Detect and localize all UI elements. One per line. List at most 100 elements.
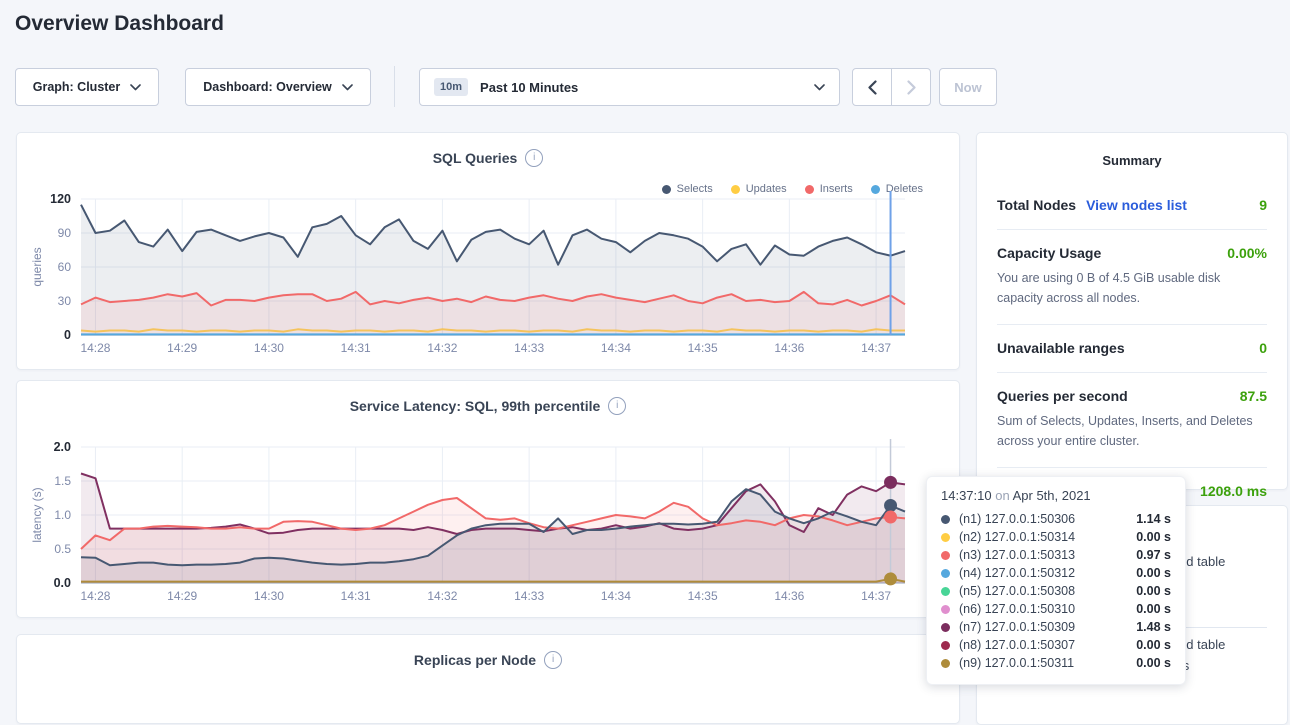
- service-latency-chart-title: Service Latency: SQL, 99th percentile i: [17, 397, 959, 415]
- tooltip-node-row: (n5) 127.0.0.1:503080.00 s: [941, 582, 1171, 600]
- replicas-per-node-chart-title: Replicas per Node i: [17, 651, 959, 669]
- svg-text:14:33: 14:33: [514, 589, 544, 603]
- svg-text:14:35: 14:35: [688, 589, 718, 603]
- summary-subtext: Sum of Selects, Updates, Inserts, and De…: [997, 411, 1267, 451]
- summary-title: Summary: [977, 133, 1287, 168]
- info-icon[interactable]: i: [608, 397, 626, 415]
- svg-text:14:37: 14:37: [861, 341, 891, 355]
- tooltip-date: Apr 5th, 2021: [1013, 488, 1091, 503]
- node-color-dot-icon: [941, 641, 950, 650]
- summary-label: Unavailable ranges: [997, 340, 1125, 356]
- svg-text:2.0: 2.0: [54, 440, 71, 454]
- chart-canvas: 030609012014:2814:2914:3014:3114:3214:33…: [17, 177, 959, 359]
- chart-tooltip: 14:37:10 on Apr 5th, 2021 (n1) 127.0.0.1…: [926, 476, 1186, 685]
- svg-text:14:28: 14:28: [80, 341, 110, 355]
- time-next-button[interactable]: [891, 68, 931, 106]
- graph-dropdown-label: Graph: Cluster: [33, 80, 121, 94]
- summary-value: 87.5: [1240, 388, 1267, 404]
- chevron-down-icon: [130, 84, 141, 91]
- dashboard-dropdown[interactable]: Dashboard: Overview: [185, 68, 371, 106]
- summary-value: 0: [1259, 340, 1267, 356]
- summary-label: Queries per second: [997, 388, 1128, 404]
- service-latency-plot[interactable]: 0.00.51.01.52.014:2814:2914:3014:3114:32…: [17, 425, 959, 607]
- node-color-dot-icon: [941, 623, 950, 632]
- summary-value: 9: [1259, 197, 1267, 213]
- summary-subtext: You are using 0 B of 4.5 GiB usable disk…: [997, 268, 1267, 308]
- svg-text:60: 60: [58, 260, 72, 274]
- tooltip-node-row: (n1) 127.0.0.1:503061.14 s: [941, 510, 1171, 528]
- service-latency-chart-panel: Service Latency: SQL, 99th percentile i …: [16, 380, 960, 618]
- node-color-dot-icon: [941, 515, 950, 524]
- tooltip-node-row: (n6) 127.0.0.1:503100.00 s: [941, 600, 1171, 618]
- tooltip-node-row: (n2) 127.0.0.1:503140.00 s: [941, 528, 1171, 546]
- svg-text:14:33: 14:33: [514, 341, 544, 355]
- svg-text:14:29: 14:29: [167, 589, 197, 603]
- tooltip-node-row: (n4) 127.0.0.1:503120.00 s: [941, 564, 1171, 582]
- svg-text:0: 0: [64, 328, 71, 342]
- node-color-dot-icon: [941, 605, 950, 614]
- tooltip-node-row: (n3) 127.0.0.1:503130.97 s: [941, 546, 1171, 564]
- tooltip-node-row: (n9) 127.0.0.1:503110.00 s: [941, 654, 1171, 672]
- svg-text:14:28: 14:28: [80, 589, 110, 603]
- now-button-label: Now: [954, 80, 981, 95]
- tooltip-time: 14:37:10: [941, 488, 992, 503]
- svg-text:14:29: 14:29: [167, 341, 197, 355]
- chart-title-text: Replicas per Node: [414, 652, 536, 668]
- chevron-left-icon: [868, 80, 877, 95]
- sql-queries-chart-title: SQL Queries i: [17, 149, 959, 167]
- svg-text:30: 30: [58, 294, 72, 308]
- svg-text:120: 120: [50, 192, 71, 206]
- chevron-right-icon: [907, 80, 916, 95]
- chart-canvas: 0.00.51.01.52.014:2814:2914:3014:3114:32…: [17, 425, 959, 607]
- summary-panel: Summary Total Nodes View nodes list 9 Ca…: [976, 132, 1288, 490]
- info-icon[interactable]: i: [544, 651, 562, 669]
- tooltip-node-rows: (n1) 127.0.0.1:503061.14 s(n2) 127.0.0.1…: [941, 510, 1171, 672]
- summary-value: 1208.0 ms: [1200, 483, 1267, 499]
- node-color-dot-icon: [941, 587, 950, 596]
- summary-row-queries-per-second: Queries per second 87.5 Sum of Selects, …: [997, 373, 1267, 468]
- time-range-dropdown[interactable]: 10m Past 10 Minutes: [419, 68, 840, 106]
- svg-text:14:31: 14:31: [341, 589, 371, 603]
- svg-text:14:35: 14:35: [688, 341, 718, 355]
- sql-queries-plot[interactable]: 030609012014:2814:2914:3014:3114:3214:33…: [17, 177, 959, 359]
- graph-dropdown[interactable]: Graph: Cluster: [15, 68, 159, 106]
- dashboard-dropdown-label: Dashboard: Overview: [203, 80, 332, 94]
- node-color-dot-icon: [941, 533, 950, 542]
- node-color-dot-icon: [941, 551, 950, 560]
- time-now-button[interactable]: Now: [939, 68, 997, 106]
- chevron-down-icon: [342, 84, 353, 91]
- node-color-dot-icon: [941, 569, 950, 578]
- svg-text:14:32: 14:32: [427, 341, 457, 355]
- summary-row-total-nodes: Total Nodes View nodes list 9: [997, 182, 1267, 230]
- svg-text:14:30: 14:30: [254, 589, 284, 603]
- svg-text:1.0: 1.0: [54, 508, 71, 522]
- summary-row-capacity-usage: Capacity Usage 0.00% You are using 0 B o…: [997, 230, 1267, 325]
- svg-text:14:30: 14:30: [254, 341, 284, 355]
- svg-text:14:36: 14:36: [774, 341, 804, 355]
- overview-dashboard-page: { "page": {"title": "Overview Dashboard"…: [0, 0, 1290, 689]
- svg-text:0.0: 0.0: [54, 576, 71, 590]
- tooltip-on: on: [995, 488, 1009, 503]
- time-range-badge: 10m: [434, 78, 468, 96]
- svg-text:90: 90: [58, 226, 72, 240]
- tooltip-timestamp: 14:37:10 on Apr 5th, 2021: [941, 488, 1171, 503]
- tooltip-node-row: (n7) 127.0.0.1:503091.48 s: [941, 618, 1171, 636]
- chart-title-text: SQL Queries: [433, 150, 518, 166]
- time-range-label: Past 10 Minutes: [480, 80, 802, 95]
- summary-label: Total Nodes: [997, 197, 1076, 213]
- svg-text:0.5: 0.5: [54, 542, 71, 556]
- time-prev-button[interactable]: [852, 68, 892, 106]
- info-icon[interactable]: i: [525, 149, 543, 167]
- view-nodes-list-link[interactable]: View nodes list: [1086, 197, 1187, 213]
- svg-text:1.5: 1.5: [54, 474, 71, 488]
- page-title: Overview Dashboard: [15, 12, 224, 36]
- chevron-down-icon: [814, 84, 825, 91]
- svg-text:14:34: 14:34: [601, 589, 631, 603]
- summary-value: 0.00%: [1227, 245, 1267, 261]
- summary-row-unavailable-ranges: Unavailable ranges 0: [997, 325, 1267, 373]
- tooltip-node-row: (n8) 127.0.0.1:503070.00 s: [941, 636, 1171, 654]
- node-color-dot-icon: [941, 659, 950, 668]
- sql-queries-chart-panel: SQL Queries i Selects Updates Inserts De…: [16, 132, 960, 370]
- svg-text:14:36: 14:36: [774, 589, 804, 603]
- chart-title-text: Service Latency: SQL, 99th percentile: [350, 398, 601, 414]
